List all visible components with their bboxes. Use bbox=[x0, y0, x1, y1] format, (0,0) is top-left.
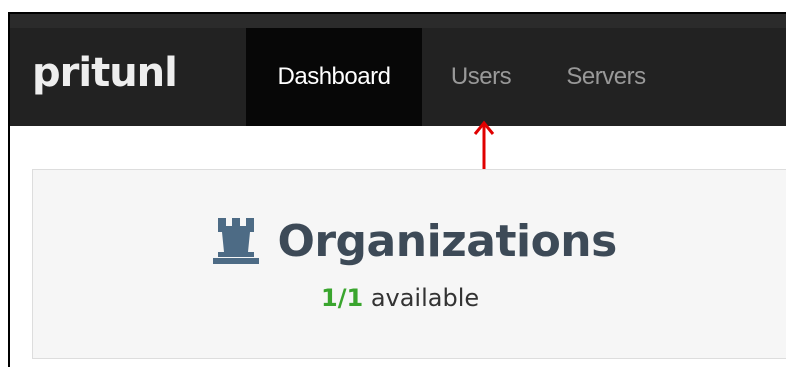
organizations-availability: 1/1 available bbox=[321, 284, 479, 312]
organizations-count: 1/1 bbox=[321, 284, 364, 312]
navbar: pritunl Dashboard Users Servers bbox=[10, 28, 786, 126]
top-strip bbox=[10, 14, 786, 29]
organizations-header: Organizations bbox=[211, 214, 617, 270]
nav-item-users[interactable]: Users bbox=[440, 28, 522, 126]
organizations-panel: Organizations 1/1 available bbox=[32, 169, 786, 359]
organizations-title: Organizations bbox=[277, 216, 617, 267]
brand-logo[interactable]: pritunl bbox=[32, 53, 178, 93]
app-window: pritunl Dashboard Users Servers Organiza… bbox=[8, 12, 786, 367]
tower-icon bbox=[213, 218, 259, 264]
nav-item-servers[interactable]: Servers bbox=[554, 28, 658, 126]
nav-item-dashboard[interactable]: Dashboard bbox=[246, 28, 422, 126]
organizations-status-text: available bbox=[370, 284, 480, 312]
